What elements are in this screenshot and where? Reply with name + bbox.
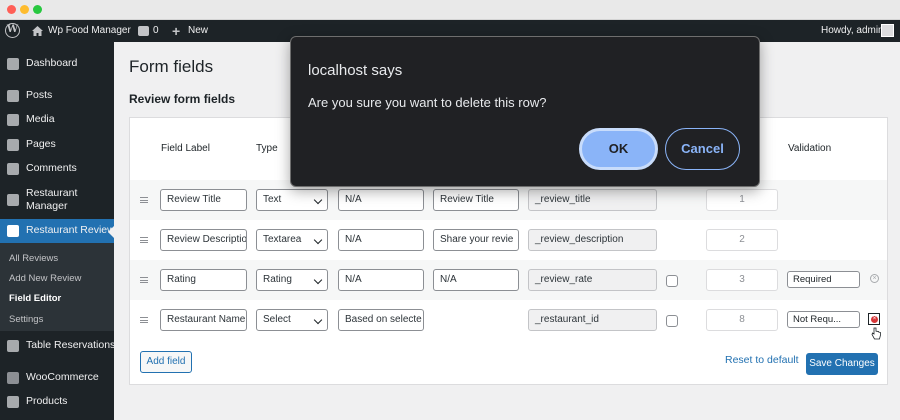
woo-icon xyxy=(7,372,19,384)
submenu-all-reviews[interactable]: All Reviews xyxy=(9,253,58,264)
placeholder-input[interactable]: N/A xyxy=(338,269,424,291)
page-title: Form fields xyxy=(129,57,214,76)
placeholder-input[interactable]: N/A xyxy=(338,229,424,251)
field-label-input[interactable]: Restaurant Name xyxy=(160,309,247,331)
priority-input[interactable]: 3 xyxy=(706,269,778,291)
sidebar-item-posts[interactable]: Posts xyxy=(0,89,114,103)
drag-handle-icon[interactable] xyxy=(140,277,148,283)
remove-row-button[interactable]: × xyxy=(868,313,880,325)
sidebar-item-restaurant-review[interactable]: Restaurant Review xyxy=(0,219,115,243)
pin-icon xyxy=(7,90,19,102)
meta-key-field: _restaurant_id xyxy=(528,309,657,331)
sidebar-item-dashboard[interactable]: Dashboard xyxy=(0,57,114,71)
meta-key-field: _review_title xyxy=(528,189,657,211)
new-content-link[interactable]: New xyxy=(188,20,208,42)
field-label-input[interactable]: Review Descriptio xyxy=(160,229,247,251)
sidebar-item-table-reservations[interactable]: Table Reservations xyxy=(0,339,115,353)
placeholder-input[interactable]: Based on selecte xyxy=(338,309,424,331)
active-menu-arrow xyxy=(108,226,114,238)
star-icon xyxy=(7,225,19,237)
validation-select[interactable]: Not Requ... xyxy=(787,311,860,328)
comments-count[interactable]: 0 xyxy=(153,20,159,42)
description-input[interactable]: Review Title xyxy=(433,189,519,211)
restaurant-review-submenu: All Reviews Add New Review Field Editor … xyxy=(0,243,114,331)
field-type-select[interactable]: Text xyxy=(256,189,328,211)
submenu-add-new-review[interactable]: Add New Review xyxy=(9,273,81,284)
plus-icon[interactable]: + xyxy=(172,24,180,38)
wordpress-logo-icon[interactable]: W xyxy=(5,23,20,38)
priority-input[interactable]: 2 xyxy=(706,229,778,251)
media-icon xyxy=(7,114,19,126)
home-icon xyxy=(32,26,43,36)
remove-row-icon[interactable]: × xyxy=(870,274,879,283)
comments-icon xyxy=(7,163,19,175)
add-field-button[interactable]: Add field xyxy=(140,351,192,373)
sidebar-item-media[interactable]: Media xyxy=(0,113,114,127)
sidebar-item-comments[interactable]: Comments xyxy=(0,162,114,176)
admin-sidebar: Dashboard Posts Media Pages Comments Res… xyxy=(0,42,115,420)
section-title: Review form fields xyxy=(129,92,236,106)
submenu-field-editor[interactable]: Field Editor xyxy=(9,293,61,304)
comments-bubble-icon[interactable] xyxy=(138,26,149,36)
hand-cursor-icon xyxy=(871,327,881,340)
site-name-link[interactable]: Wp Food Manager xyxy=(48,20,131,42)
required-checkbox[interactable] xyxy=(666,315,678,327)
validation-select[interactable]: Required xyxy=(787,271,860,288)
cancel-button[interactable]: Cancel xyxy=(665,128,740,170)
field-type-select[interactable]: Select xyxy=(256,309,328,331)
sidebar-item-woocommerce[interactable]: WooCommerce xyxy=(0,371,114,385)
meta-key-field: _review_rate xyxy=(528,269,657,291)
ok-button[interactable]: OK xyxy=(579,128,658,170)
drag-handle-icon[interactable] xyxy=(140,237,148,243)
description-input[interactable]: Share your revie xyxy=(433,229,519,251)
window-title-bar xyxy=(0,0,900,20)
remove-row-icon: × xyxy=(871,316,878,323)
meta-key-field: _review_description xyxy=(528,229,657,251)
field-label-input[interactable]: Rating xyxy=(160,269,247,291)
howdy-user-link[interactable]: Howdy, admin xyxy=(821,20,884,42)
dashboard-icon xyxy=(7,58,19,70)
dialog-title: localhost says xyxy=(308,62,403,79)
description-input[interactable]: N/A xyxy=(433,269,519,291)
submenu-settings[interactable]: Settings xyxy=(9,314,43,325)
dialog-message: Are you sure you want to delete this row… xyxy=(308,95,547,110)
required-checkbox[interactable] xyxy=(666,275,678,287)
table-icon xyxy=(7,340,19,352)
pages-icon xyxy=(7,139,19,151)
drag-handle-icon[interactable] xyxy=(140,197,148,203)
restaurant-icon xyxy=(7,194,19,206)
sidebar-item-products[interactable]: Products xyxy=(0,395,114,409)
placeholder-input[interactable]: N/A xyxy=(338,189,424,211)
close-window-button[interactable] xyxy=(7,5,16,14)
field-type-select[interactable]: Textarea xyxy=(256,229,328,251)
avatar[interactable] xyxy=(881,24,894,37)
save-changes-button[interactable]: Save Changes xyxy=(806,353,878,375)
sidebar-item-pages[interactable]: Pages xyxy=(0,138,114,152)
field-label-input[interactable]: Review Title xyxy=(160,189,247,211)
column-header-field-label: Field Label xyxy=(161,143,210,154)
drag-handle-icon[interactable] xyxy=(140,317,148,323)
minimize-window-button[interactable] xyxy=(20,5,29,14)
maximize-window-button[interactable] xyxy=(33,5,42,14)
priority-input[interactable]: 8 xyxy=(706,309,778,331)
field-type-select[interactable]: Rating xyxy=(256,269,328,291)
sidebar-item-restaurant-manager[interactable]: Restaurant Manager xyxy=(0,186,114,214)
products-icon xyxy=(7,396,19,408)
column-header-validation: Validation xyxy=(788,143,832,154)
reset-to-default-link[interactable]: Reset to default xyxy=(725,354,799,366)
column-header-type: Type xyxy=(256,143,278,154)
priority-input[interactable]: 1 xyxy=(706,189,778,211)
